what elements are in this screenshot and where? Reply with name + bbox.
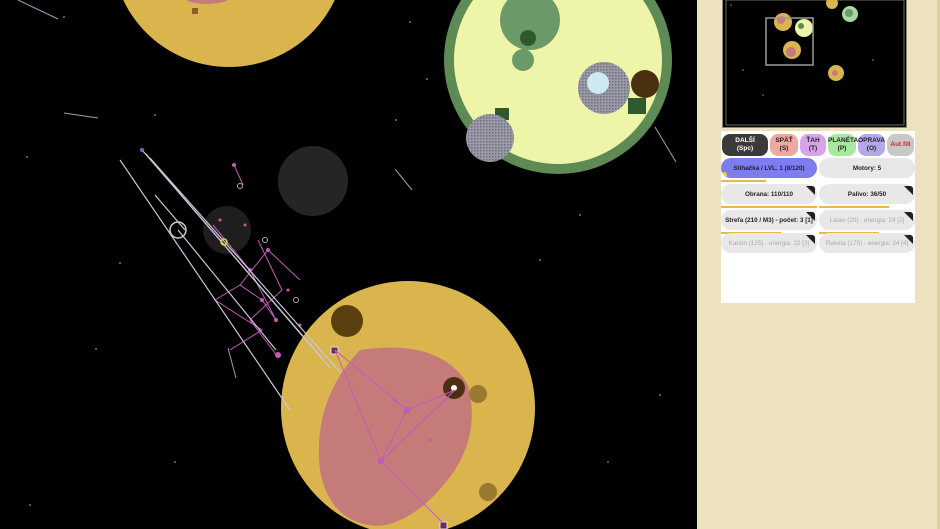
ship-selector-label: Stíhačka / LVL. 1 (8/120): [733, 164, 805, 172]
dark-nebula: [203, 146, 348, 254]
planet-yellow-bottom[interactable]: [281, 281, 535, 529]
corner-mark: [904, 186, 913, 195]
planet-pale-green[interactable]: [444, 0, 672, 174]
next-button-label: DALŠÍ: [735, 137, 755, 144]
game-map[interactable]: [0, 0, 697, 529]
auto-fill-button[interactable]: Aut.fill: [887, 134, 914, 156]
planet-button-key: (P): [837, 145, 847, 152]
back-button-key: (S): [779, 145, 789, 152]
ship-indicator: [722, 172, 727, 177]
planet-yellow-top[interactable]: [112, 0, 346, 67]
minimap[interactable]: [722, 0, 907, 128]
corner-mark: [904, 212, 913, 221]
space-view[interactable]: [0, 0, 697, 529]
corner-mark: [806, 235, 815, 244]
defense-bar: [721, 206, 817, 208]
motors-stat[interactable]: Motory: 5: [819, 158, 915, 178]
move-button-key: (T): [808, 145, 818, 152]
defense-stat[interactable]: Obrana: 110/110: [721, 184, 817, 204]
corner-mark: [806, 212, 815, 221]
side-panel: DALŠÍ (Spc) SPÄŤ (S) ŤAH (T) PLANÉTA (P)…: [697, 0, 940, 529]
minimap-view[interactable]: [723, 0, 907, 128]
back-button[interactable]: SPÄŤ (S): [770, 134, 798, 156]
ship-selector[interactable]: Stíhačka / LVL. 1 (8/120): [721, 158, 817, 178]
move-button[interactable]: ŤAH (T): [800, 134, 826, 156]
weapon-4-label: Raketa (175) - energia: 24 [4]: [825, 239, 909, 247]
ship-level-bar: [721, 180, 766, 182]
defense-label: Obrana: 110/110: [745, 190, 793, 198]
repair-button[interactable]: OPRAVA (O): [858, 134, 885, 156]
weapon-1[interactable]: Streľa (210 / M3) - počet: 3 [1]: [721, 210, 817, 230]
fuel-stat[interactable]: Palivo: 36/50: [819, 184, 915, 204]
planet-button[interactable]: PLANÉTA (P): [828, 134, 859, 156]
weapon-2-label: Laser (20) - energia: 24 [2]: [829, 216, 905, 224]
fuel-label: Palivo: 36/50: [847, 190, 887, 198]
repair-button-key: (O): [866, 145, 877, 152]
corner-mark: [904, 235, 913, 244]
weapon-3-label: Kanón (125) - energia: 22 [3]: [728, 239, 810, 247]
fuel-bar: [819, 206, 889, 208]
control-panel: DALŠÍ (Spc) SPÄŤ (S) ŤAH (T) PLANÉTA (P)…: [721, 131, 915, 303]
next-button[interactable]: DALŠÍ (Spc): [722, 134, 768, 156]
motors-label: Motory: 5: [852, 164, 882, 172]
weapon-4[interactable]: Raketa (175) - energia: 24 [4]: [819, 233, 915, 253]
weapon-2[interactable]: Laser (20) - energia: 24 [2]: [819, 210, 915, 230]
weapon-3[interactable]: Kanón (125) - energia: 22 [3]: [721, 233, 817, 253]
move-button-label: ŤAH: [806, 137, 820, 144]
corner-mark: [806, 186, 815, 195]
repair-button-label: OPRAVA: [858, 137, 885, 144]
weapon-1-label: Streľa (210 / M3) - počet: 3 [1]: [725, 216, 813, 224]
planet-button-label: PLANÉTA: [828, 137, 859, 144]
next-button-key: (Spc): [736, 145, 754, 152]
back-button-label: SPÄŤ: [775, 137, 793, 144]
auto-fill-button-label: Aut.fill: [890, 141, 911, 148]
